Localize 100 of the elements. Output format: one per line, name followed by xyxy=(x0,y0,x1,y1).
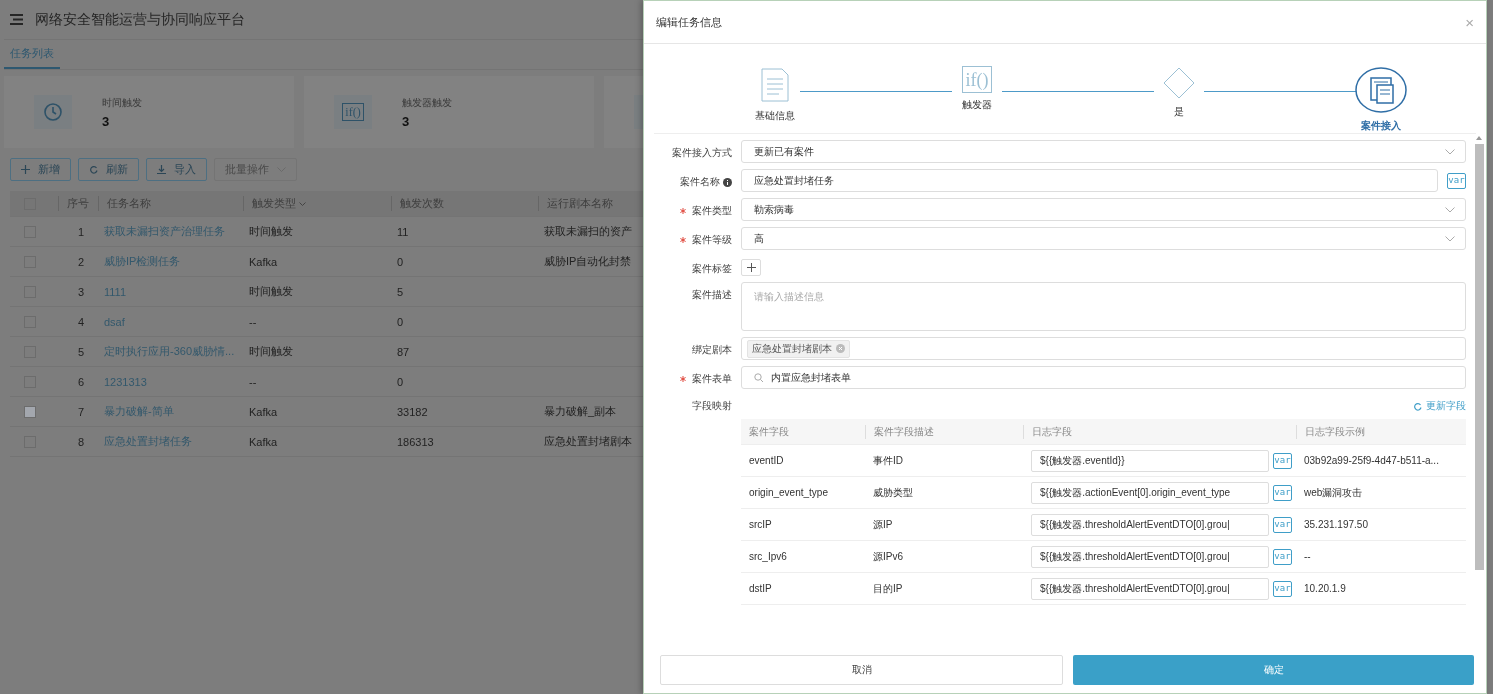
table-cell-text: Kafka xyxy=(248,435,279,448)
caret-icon xyxy=(299,201,306,206)
variable-button[interactable]: var xyxy=(1273,452,1292,469)
table-cell-text: 2 xyxy=(76,255,86,268)
table-cell-text: 33182 xyxy=(396,405,429,418)
table-cell-text: 7 xyxy=(76,405,86,418)
variable-button[interactable]: var xyxy=(1447,172,1466,189)
drawer-title: 编辑任务信息 xyxy=(656,14,722,30)
table-cell-text: src_Ipv6 xyxy=(748,551,788,562)
add-tag-button[interactable] xyxy=(741,259,761,276)
field-label: 案件名称 xyxy=(680,175,720,189)
table-cell-text: 0 xyxy=(396,315,405,328)
refresh-icon xyxy=(1413,401,1422,411)
table-cell-text: 1 xyxy=(76,225,86,238)
table-cell-text: 03b92a99-25f9-4d47-b511-a... xyxy=(1303,455,1440,466)
table-cell-text: -- xyxy=(1303,551,1312,562)
step-label[interactable]: 是 xyxy=(1174,105,1184,119)
step-label[interactable]: 案件接入 xyxy=(1361,119,1401,133)
table-cell-text: srcIP xyxy=(748,519,773,530)
search-field[interactable]: 内置应急封堵表单 xyxy=(741,366,1466,389)
column-header: 日志字段 xyxy=(1023,424,1296,439)
scrollbar-thumb[interactable] xyxy=(1474,144,1484,570)
table-cell-text: 5 xyxy=(76,345,86,358)
case-icon xyxy=(1355,66,1407,114)
table-cell-text: 3 xyxy=(76,285,86,298)
close-button[interactable]: × xyxy=(1465,13,1474,31)
table-cell-text: 0 xyxy=(396,375,405,388)
task-link[interactable]: 1231313 xyxy=(98,375,243,388)
table-cell-text: 11 xyxy=(396,225,410,238)
log-field-input[interactable]: ${{触发器.thresholdAlertEventDTO[0].grou| xyxy=(1031,545,1269,568)
table-cell-text: 87 xyxy=(396,345,411,358)
confirm-button[interactable]: 确定 xyxy=(1073,655,1474,685)
playbook-field[interactable]: 应急处置封堵剧本 xyxy=(741,337,1466,360)
select-field[interactable]: 高 xyxy=(741,227,1466,250)
variable-button[interactable]: var xyxy=(1273,580,1292,597)
table-cell-text: 源IPv6 xyxy=(872,549,904,564)
toolbar-button[interactable]: 导入 xyxy=(146,158,207,181)
step-label[interactable]: 触发器 xyxy=(962,98,992,113)
column-header: 日志字段示例 xyxy=(1296,424,1456,439)
table-cell-text: 时间触发 xyxy=(248,224,294,239)
table-cell-text: 5 xyxy=(396,285,405,298)
table-cell-text: 8 xyxy=(76,435,86,448)
table-cell-text: eventID xyxy=(748,455,785,466)
table-cell-text: 时间触发 xyxy=(248,344,294,359)
toolbar-button[interactable]: 新增 xyxy=(10,158,71,181)
table-cell-text: 应急处置封堵剧本 xyxy=(543,434,633,449)
task-link[interactable]: 获取未漏扫资产治理任务 xyxy=(98,224,243,239)
toolbar-button[interactable]: 刷新 xyxy=(78,158,139,181)
download-icon xyxy=(157,165,166,174)
table-cell-text: 源IP xyxy=(872,517,894,532)
search-icon xyxy=(754,373,763,382)
input-field[interactable]: 应急处置封堵任务 xyxy=(741,169,1438,192)
field-label: 案件表单 xyxy=(692,372,732,386)
task-link[interactable]: 定时执行应用-360威胁情... xyxy=(98,344,243,359)
variable-button[interactable]: var xyxy=(1273,548,1292,565)
table-cell-text: dstIP xyxy=(748,583,773,594)
task-link[interactable]: dsaf xyxy=(98,315,243,328)
task-link[interactable]: 威胁IP检测任务 xyxy=(98,254,243,269)
table-cell-text: 10.20.1.9 xyxy=(1303,583,1347,594)
app-title: 网络安全智能运营与协同响应平台 xyxy=(35,10,245,29)
log-field-input[interactable]: ${{触发器.thresholdAlertEventDTO[0].grou| xyxy=(1031,513,1269,536)
stat-value: 3 xyxy=(102,113,111,129)
column-header: 案件字段描述 xyxy=(865,424,1023,439)
description-field[interactable]: 请输入描述信息 xyxy=(741,282,1466,331)
table-cell-text: 0 xyxy=(396,255,405,268)
table-cell-text: 目的IP xyxy=(872,581,904,596)
table-cell-text: 35.231.197.50 xyxy=(1303,519,1369,530)
variable-button[interactable]: var xyxy=(1273,484,1292,501)
log-field-input[interactable]: ${{触发器.thresholdAlertEventDTO[0].grou| xyxy=(1031,577,1269,600)
scroll-up-icon xyxy=(1476,136,1482,140)
stat-label: 触发器触发 xyxy=(402,95,452,110)
field-label: 案件描述 xyxy=(692,288,732,302)
playbook-tag[interactable]: 应急处置封堵剧本 xyxy=(747,339,850,358)
update-fields-link[interactable]: 更新字段 xyxy=(1413,399,1466,413)
task-link[interactable]: 1111 xyxy=(98,285,243,298)
table-cell-text: Kafka xyxy=(248,405,279,418)
remove-icon xyxy=(836,344,845,353)
tab[interactable]: 任务列表 xyxy=(4,40,60,69)
plus-icon xyxy=(746,263,756,272)
table-cell-text: -- xyxy=(248,315,258,328)
field-label: 字段映射 xyxy=(691,399,732,413)
chevron-down-icon xyxy=(1445,206,1455,213)
select-field[interactable]: 更新已有案件 xyxy=(741,140,1466,163)
refresh-icon xyxy=(89,165,98,174)
diamond-icon xyxy=(1162,66,1196,100)
cancel-button[interactable]: 取消 xyxy=(660,655,1063,685)
plus-icon xyxy=(21,165,30,174)
log-field-input[interactable]: ${{触发器.eventId}} xyxy=(1031,449,1269,472)
field-label: 案件等级 xyxy=(692,233,732,247)
step-label[interactable]: 基础信息 xyxy=(755,109,795,123)
table-cell-text: web漏洞攻击 xyxy=(1303,485,1364,500)
chevron-down-icon xyxy=(1445,235,1455,242)
chevron-down-icon xyxy=(1445,148,1455,155)
task-link[interactable]: 应急处置封堵任务 xyxy=(98,434,243,449)
table-cell-text: Kafka xyxy=(248,255,279,268)
select-field[interactable]: 勒索病毒 xyxy=(741,198,1466,221)
field-label: 案件类型 xyxy=(692,204,732,218)
table-cell-text: 威胁类型 xyxy=(872,485,914,500)
log-field-input[interactable]: ${{触发器.actionEvent[0].origin_event_type xyxy=(1031,481,1269,504)
variable-button[interactable]: var xyxy=(1273,516,1292,533)
